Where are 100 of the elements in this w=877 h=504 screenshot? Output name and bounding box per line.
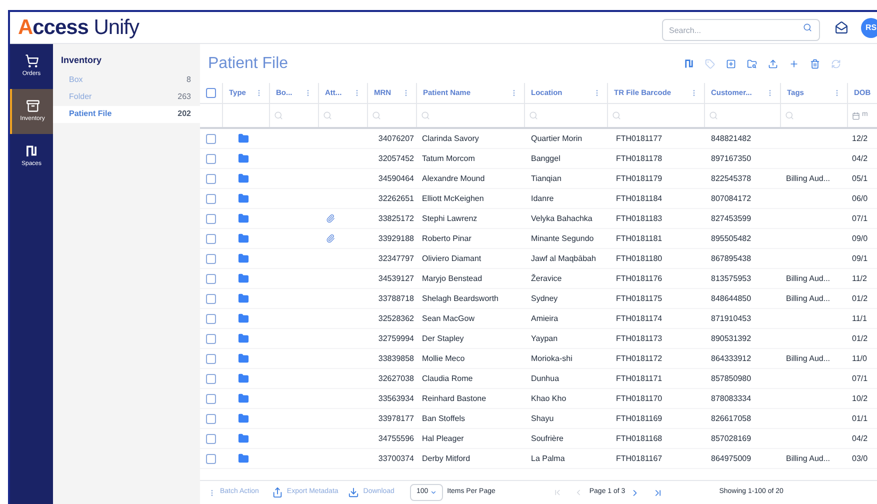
table-cell: 04/2 [852,154,868,162]
table-cell: 807084172 [711,194,752,202]
table-cell: Stephi Lawrenz [422,214,478,222]
folder-icon [238,293,249,304]
row-checkbox[interactable] [206,414,216,424]
table-cell: Soufrière [531,434,564,442]
row-checkbox[interactable] [206,394,216,404]
mail-icon[interactable] [835,21,848,34]
sidebar-item[interactable]: Box 8 [53,72,200,88]
filter-search-icon[interactable] [612,111,621,120]
table-cell: Elliott McKeighen [422,194,484,202]
table-cell: 895505482 [711,234,752,242]
filter-search-icon[interactable] [323,111,332,120]
table-cell: 826617058 [711,414,752,422]
add-box-icon[interactable] [726,58,736,68]
folder-icon [238,453,249,464]
table-cell: Khao Kho [531,394,566,402]
table-cell: 11/0 [852,354,867,362]
table-cell: FTH0181178 [616,154,662,162]
table-cell: 06/0 [852,194,868,202]
table-cell: Sean MacGow [422,314,474,322]
upload-icon[interactable] [768,58,778,68]
table-cell: Derby Mitford [422,454,470,462]
add-icon[interactable] [789,58,799,68]
table-cell: 33978177 [378,414,414,422]
delete-icon[interactable] [810,58,820,68]
row-checkbox[interactable] [206,434,216,444]
table-cell: Claudia Rome [422,374,473,382]
sidebar-item[interactable]: Folder 263 [53,88,200,106]
row-checkbox[interactable] [206,174,216,184]
export-icon [272,487,283,498]
table-cell: Morioka-shi [531,354,572,362]
row-checkbox[interactable] [206,454,216,464]
row-checkbox[interactable] [206,234,216,244]
filter-search-icon[interactable] [421,111,430,120]
filter-search-icon[interactable] [529,111,538,120]
table-cell: Billing Aud... [786,354,830,362]
table-cell: 822545378 [711,174,752,182]
folder-icon [238,433,249,444]
search-field[interactable]: Search... [662,19,820,41]
table-cell: 848821482 [711,134,752,142]
row-checkbox[interactable] [206,214,216,224]
spaces-icon [684,58,694,68]
last-page-icon[interactable] [653,488,664,498]
download-icon [348,487,360,498]
folder-search-icon[interactable] [747,58,757,68]
table-cell: 34755596 [378,434,414,442]
table-cell: Oliviero Diamant [422,254,482,262]
paperclip-icon[interactable] [326,234,335,243]
table-cell: Velyka Bahachka [531,214,592,222]
user-avatar[interactable]: RS [861,18,877,38]
table-cell: 33839858 [378,354,414,362]
table-cell: 33563934 [378,394,414,402]
table-cell: 32627038 [378,374,414,382]
row-checkbox[interactable] [206,254,216,264]
table-cell: 01/2 [852,294,868,302]
sidebar-title: Inventory [60,54,103,67]
filter-search-icon[interactable] [709,111,718,120]
table-cell: Amieira [531,314,558,322]
table-cell: 11/2 [852,274,867,282]
row-checkbox[interactable] [206,374,216,384]
table-cell: 827453599 [711,214,752,222]
table-cell: Roberto Pinar [422,234,472,242]
logo: Access Unify [17,17,139,38]
row-checkbox[interactable] [206,314,216,324]
table-cell: 09/0 [852,234,868,242]
row-checkbox[interactable] [206,354,216,364]
table-cell: Sydney [531,294,558,302]
row-checkbox[interactable] [206,274,216,284]
filter-search-icon[interactable] [785,111,794,120]
row-checkbox[interactable] [206,294,216,304]
table-cell: 33700374 [378,454,414,462]
table-cell: FTH0181173 [616,334,662,342]
table-cell: 09/1 [852,254,868,262]
table-cell: Billing Aud... [786,274,830,282]
sidebar-item[interactable]: Patient File 202 [53,106,200,122]
table-cell: 878083334 [711,394,752,402]
paperclip-icon[interactable] [326,214,335,223]
folder-icon [238,133,249,144]
search-icon [803,22,812,32]
archive-icon [26,99,40,113]
table-cell: 864975009 [711,454,752,462]
select-all-checkbox[interactable] [206,88,216,98]
table-cell: 33929188 [378,234,414,242]
folder-icon [238,373,249,384]
folder-icon [238,193,249,204]
table-cell: FTH0181174 [616,314,662,322]
filter-search-icon[interactable] [372,111,381,120]
table-cell: Tianqian [531,174,562,182]
filter-search-icon[interactable] [274,111,283,120]
table-cell: 848644850 [711,294,752,302]
first-page-icon[interactable] [553,488,562,497]
row-checkbox[interactable] [206,334,216,344]
table-cell: Billing Aud... [786,454,830,462]
row-checkbox[interactable] [206,134,216,144]
row-checkbox[interactable] [206,194,216,204]
row-checkbox[interactable] [206,154,216,164]
table-cell: Shelagh Beardsworth [422,294,498,302]
table-cell: FTH0181168 [616,434,662,442]
table-cell: Yaypan [531,334,558,342]
